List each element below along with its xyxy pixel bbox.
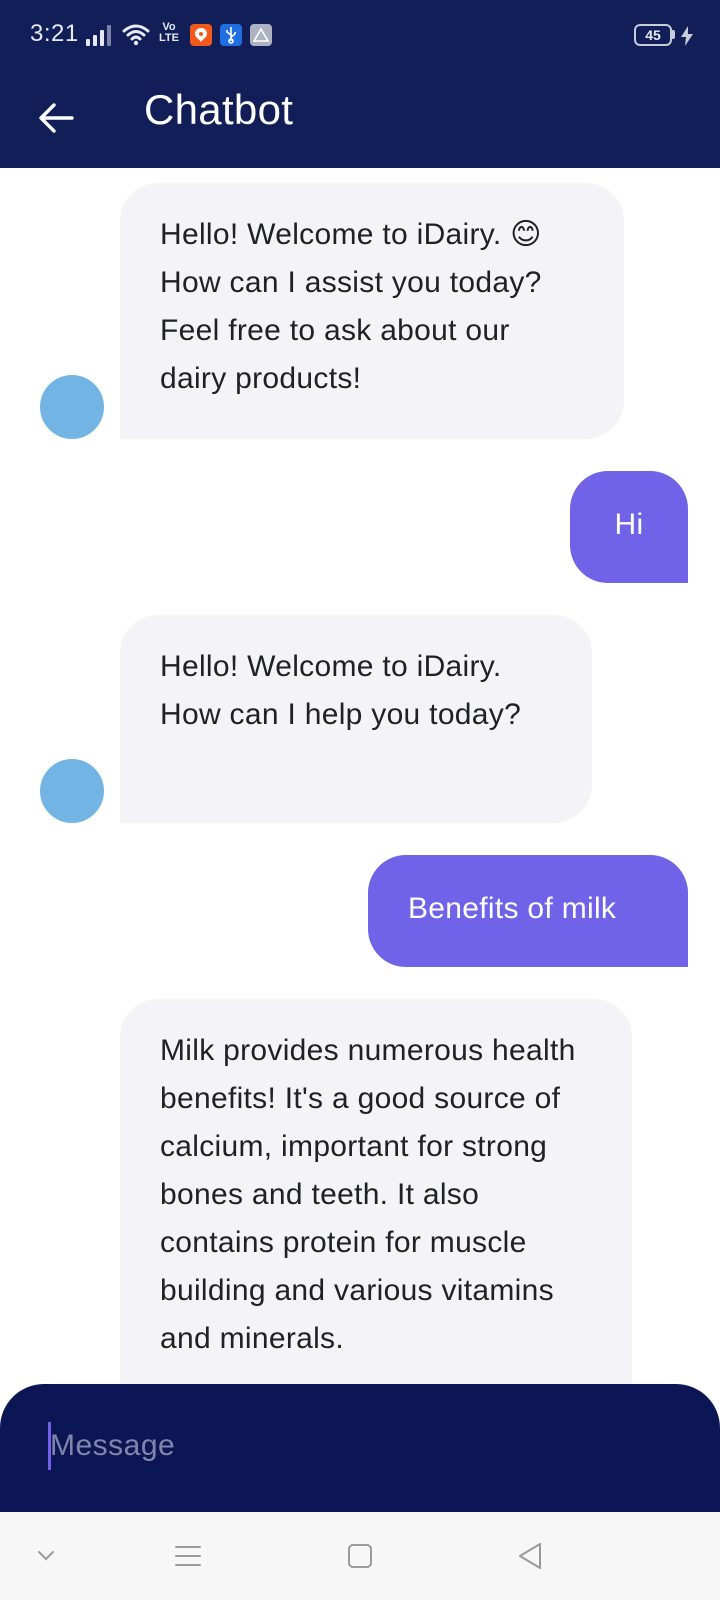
message-text: Hi	[614, 508, 644, 541]
message-text: Hello! Welcome to iDairy. How can I help…	[160, 650, 522, 731]
back-button[interactable]	[30, 92, 82, 144]
charging-icon	[681, 26, 693, 46]
message-input[interactable]	[50, 1414, 670, 1478]
status-time: 3:21	[30, 20, 79, 47]
orange-app-icon	[190, 24, 212, 46]
chat-transcript[interactable]: Hello! Welcome to iDairy. 😊 How can I as…	[0, 168, 720, 1384]
message-text: Milk provides numerous health benefits! …	[160, 1034, 576, 1355]
message-composer	[0, 1384, 720, 1512]
bot-message-bubble: Hello! Welcome to iDairy. How can I help…	[120, 615, 592, 823]
usb-icon	[220, 24, 242, 46]
signal-icon	[86, 25, 111, 46]
user-message-bubble: Benefits of milk	[368, 855, 688, 967]
bot-message-bubble: Hello! Welcome to iDairy. 😊 How can I as…	[120, 183, 624, 439]
message-text: Hello! Welcome to iDairy. 😊 How can I as…	[160, 218, 542, 395]
system-nav-bar	[0, 1512, 720, 1600]
app-bar: Chatbot	[0, 72, 720, 168]
battery-level: 45	[645, 27, 661, 43]
menu-icon[interactable]	[168, 1536, 208, 1576]
bot-avatar	[40, 375, 104, 439]
volte-icon: Vo LTE	[159, 21, 179, 44]
gallery-icon	[250, 24, 272, 46]
battery-tip	[672, 30, 675, 39]
home-icon[interactable]	[340, 1536, 380, 1576]
chevron-down-icon[interactable]	[26, 1536, 66, 1576]
status-bar: 3:21 Vo LTE 45	[0, 0, 720, 72]
arrow-left-icon	[39, 103, 74, 133]
page-title: Chatbot	[144, 86, 294, 133]
message-text: Benefits of milk	[408, 892, 617, 925]
bot-message-bubble: Milk provides numerous health benefits! …	[120, 999, 632, 1384]
wifi-icon	[122, 24, 150, 46]
back-triangle-icon[interactable]	[510, 1536, 550, 1576]
top-bar: 3:21 Vo LTE 45 Chatbot	[0, 0, 720, 168]
user-message-bubble: Hi	[570, 471, 688, 583]
bot-avatar	[40, 759, 104, 823]
battery-icon: 45	[634, 24, 672, 46]
